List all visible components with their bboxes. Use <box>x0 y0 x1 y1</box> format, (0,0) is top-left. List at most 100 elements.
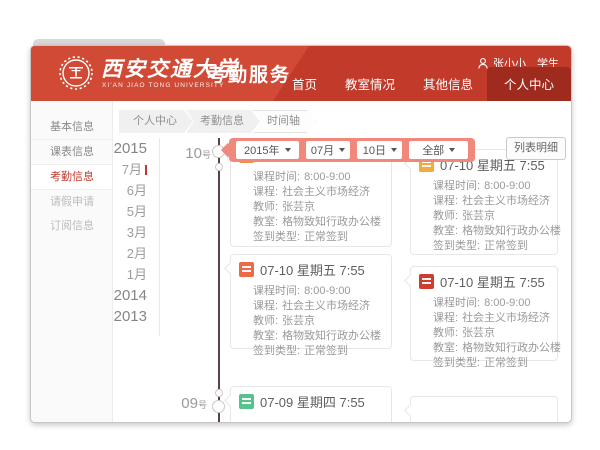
card-field-label: 教室: <box>433 342 458 354</box>
card-field-value: 格物致知行政办公楼 <box>462 225 561 237</box>
card-field-value: 格物致知行政办公楼 <box>462 342 561 354</box>
card-field-value: 张芸京 <box>282 315 315 327</box>
card-field: 课程时间: 8:00-9:00 <box>433 296 549 311</box>
attendance-card: 07-09 星期四 7:55 <box>230 386 392 423</box>
timeline-scale: 20157月6月5月3月2月1月20142013 <box>81 138 153 327</box>
year-select[interactable]: 2015年 <box>236 141 299 159</box>
card-field: 签到类型: 正常签到 <box>433 356 549 371</box>
card-field-label: 签到类型: <box>433 240 480 252</box>
timeline-divider <box>159 138 160 336</box>
card-field-label: 签到类型: <box>433 357 480 369</box>
card-field: 签到类型: 正常签到 <box>253 344 383 359</box>
card-field: 教师: 张芸京 <box>253 314 383 329</box>
day-select[interactable]: 10日 <box>357 141 402 159</box>
attendance-card <box>410 396 558 423</box>
app-header: 西安交通大学 XI'AN JIAO TONG UNIVERSITY 考勤服务 张… <box>31 46 571 101</box>
attendance-card: 07-10 星期五 7:55 课程时间:8:00-9:00 课程:社会主义市场经… <box>410 149 558 255</box>
filter-bar: 2015年 07月 10日 全部 <box>229 138 475 162</box>
day-label: 10号 <box>169 145 211 162</box>
card-title: 07-10 星期五 7:55 <box>260 260 365 279</box>
timeline-scale-item[interactable]: 6月 <box>81 180 147 201</box>
timeline-scale-item[interactable]: 5月 <box>81 201 147 222</box>
sidebar-item[interactable]: 基本信息 <box>31 115 112 140</box>
card-field-value: 社会主义市场经济 <box>462 312 550 324</box>
card-type-icon <box>239 262 254 277</box>
attendance-card: 07-10 星期五 7:55 课程时间:8:00-9:00 课程: 社会主义市场经… <box>230 254 392 349</box>
timeline-scale-item[interactable]: 2月 <box>81 243 147 264</box>
card-field-label: 教师: <box>433 327 458 339</box>
breadcrumb-item[interactable]: 考勤信息 <box>186 110 260 133</box>
card-field: 课程: 社会主义市场经济 <box>253 299 383 314</box>
type-select[interactable]: 全部 <box>409 141 468 159</box>
day-label: 09号 <box>165 395 207 412</box>
card-field: 课程时间: 8:00-9:00 <box>253 170 383 185</box>
card-field-label: 签到类型: <box>253 345 300 357</box>
chevron-down-icon <box>339 148 345 152</box>
card-field: 教师: 张芸京 <box>433 209 549 224</box>
card-field-value: 社会主义市场经济 <box>462 195 550 207</box>
timeline-scale-item[interactable]: 2014 <box>81 285 147 306</box>
card-field-value: 正常签到 <box>304 231 348 243</box>
timeline-scale-item[interactable]: 2015 <box>81 138 147 159</box>
card-field-label: 课程: <box>253 300 278 312</box>
card-field-value: 张芸京 <box>462 210 495 222</box>
card-body: 课程时间:8:00-9:00 课程: 社会主义市场经济 教师: 张芸京 教室:格物致… <box>231 281 391 365</box>
card-field: 课程: 社会主义市场经济 <box>433 311 549 326</box>
card-field-value: 张芸京 <box>282 201 315 213</box>
timeline-scale-item[interactable]: 2013 <box>81 306 147 327</box>
card-type-icon <box>239 394 254 409</box>
card-field: 课程时间:8:00-9:00 <box>433 179 549 194</box>
card-body: 课程时间:8:00-9:00 课程:社会主义市场经济 教师:张芸京 教室:格物致… <box>411 176 557 260</box>
card-header <box>411 397 557 419</box>
breadcrumb-item[interactable]: 时间轴 <box>253 110 316 133</box>
nav-item[interactable]: 个人中心 <box>487 67 571 101</box>
breadcrumb-item[interactable]: 个人中心 <box>119 110 193 133</box>
card-field-label: 课程: <box>433 312 458 324</box>
card-field-value: 正常签到 <box>304 345 348 357</box>
app-window: 西安交通大学 XI'AN JIAO TONG UNIVERSITY 考勤服务 张… <box>30 45 572 423</box>
card-field: 教室:格物致知行政办公楼 <box>433 224 549 239</box>
card-field-value: 8:00-9:00 <box>484 297 530 309</box>
card-body: 课程时间:8:00-9:00 课程:社会主义市场经济 教师:张芸京 教室:格物致… <box>231 167 391 251</box>
card-field: 教室:格物致知行政办公楼 <box>433 341 549 356</box>
card-field: 签到类型: 正常签到 <box>253 230 383 245</box>
nav-item[interactable]: 其他信息 <box>409 67 487 101</box>
card-header: 07-10 星期五 7:55 <box>411 267 557 293</box>
timeline-node <box>212 400 225 413</box>
card-field: 教室:格物致知行政办公楼 <box>253 329 383 344</box>
card-field: 课程: 社会主义市场经济 <box>253 185 383 200</box>
card-field-label: 教师: <box>253 201 278 213</box>
timeline-scale-item[interactable]: 1月 <box>81 264 147 285</box>
card-field-label: 教师: <box>433 210 458 222</box>
chevron-down-icon <box>391 148 397 152</box>
timeline-spine <box>218 138 220 422</box>
nav-item[interactable]: 教室情况 <box>331 67 409 101</box>
card-field: 教师: 张芸京 <box>433 326 549 341</box>
timeline-node <box>215 389 223 397</box>
breadcrumb: 个人中心考勤信息时间轴 <box>119 110 316 133</box>
card-field-value: 正常签到 <box>484 357 528 369</box>
card-field-label: 教师: <box>253 315 278 327</box>
month-select[interactable]: 07月 <box>306 141 351 159</box>
chevron-down-icon <box>449 148 455 152</box>
card-field-label: 课程时间: <box>433 297 480 309</box>
list-detail-button[interactable]: 列表明细 <box>506 137 566 160</box>
page-background: 西安交通大学 XI'AN JIAO TONG UNIVERSITY 考勤服务 张… <box>0 0 600 450</box>
card-type-icon <box>419 402 434 417</box>
timeline-scale-item[interactable]: 3月 <box>81 222 147 243</box>
card-field-value: 社会主义市场经济 <box>282 300 370 312</box>
card-header: 07-10 星期五 7:55 <box>231 255 391 281</box>
card-field-label: 课程时间: <box>253 171 300 183</box>
timeline-node <box>215 163 223 171</box>
card-type-icon <box>419 274 434 289</box>
timeline-scale-item[interactable]: 7月 <box>81 159 147 180</box>
card-field-label: 签到类型: <box>253 231 300 243</box>
nav-item[interactable]: 首页 <box>278 67 331 101</box>
card-field-value: 张芸京 <box>462 327 495 339</box>
card-field-value: 社会主义市场经济 <box>282 186 370 198</box>
card-title: 07-09 星期四 7:55 <box>260 392 365 411</box>
card-field-value: 8:00-9:00 <box>304 171 350 183</box>
card-field: 签到类型:正常签到 <box>433 239 549 254</box>
card-field-label: 课程: <box>253 186 278 198</box>
card-field: 课程时间:8:00-9:00 <box>253 284 383 299</box>
